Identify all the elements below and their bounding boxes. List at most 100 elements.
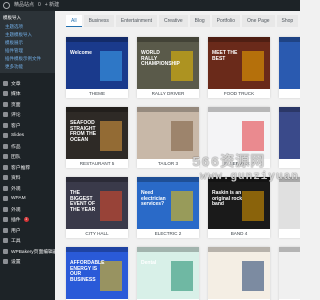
quote-icon bbox=[3, 164, 8, 170]
sidebar-item-label: 评论 bbox=[11, 113, 21, 119]
sidebar-item[interactable]: 文章 bbox=[0, 78, 55, 89]
sidebar-item-label: 客户推荐 bbox=[11, 165, 31, 171]
template-name: RALLY DRIVER bbox=[151, 91, 185, 96]
portfolio-icon bbox=[3, 143, 8, 149]
admin-bar-comments[interactable]: 0 bbox=[38, 0, 41, 11]
appearance-icon bbox=[3, 206, 8, 212]
sidebar-item[interactable]: 客户推荐 bbox=[0, 162, 55, 173]
template-preview-image[interactable]: Raskin is an original rock band bbox=[208, 177, 270, 229]
template-headline: Need electrician services? bbox=[141, 190, 166, 207]
sidebar-item-label: WPBakery页面编辑器 bbox=[11, 249, 58, 255]
sidebar-item[interactable]: 工具 bbox=[0, 236, 55, 247]
sidebar-item-label: 工具 bbox=[11, 239, 21, 245]
tab-all[interactable]: All bbox=[66, 15, 82, 27]
sidebar-item-label: 外观 bbox=[11, 207, 21, 213]
template-name bbox=[279, 89, 300, 98]
watermark-line1: 566资源网 bbox=[192, 155, 266, 171]
admin-sidebar: 模板导入 主题选项 主题模板导入 模板展示 插件管理 插件模板示例文件 更多功能… bbox=[0, 11, 58, 300]
template-preview-image[interactable]: Dental bbox=[137, 247, 199, 299]
template-preview-image[interactable] bbox=[279, 247, 300, 299]
template-name: RESTAURANT 5 bbox=[79, 161, 115, 166]
sidebar-item[interactable]: 插件 1 bbox=[0, 215, 55, 226]
template-headline: SEAFOOD STRAIGHT FROM THE OCEAN bbox=[70, 120, 97, 143]
tab-entertainment[interactable]: Entertainment bbox=[115, 15, 157, 27]
sidebar-item[interactable]: 外观 bbox=[0, 183, 55, 194]
template-card[interactable] bbox=[279, 247, 300, 300]
sidebar-item-label: 设置 bbox=[11, 260, 21, 266]
sidebar-subitem[interactable]: 更多功能 bbox=[0, 63, 55, 71]
template-card[interactable]: THE BIGGEST EVENT OF THE YEAR CITY HALL bbox=[66, 177, 128, 238]
sidebar-item[interactable]: 客户 bbox=[0, 120, 55, 131]
template-card[interactable]: WORLD RALLY CHAMPIONSHIP RALLY DRIVER bbox=[137, 37, 199, 98]
template-headline: THE BIGGEST EVENT OF THE YEAR bbox=[70, 190, 96, 213]
sidebar-item-label: 资料 bbox=[11, 176, 21, 182]
template-card[interactable]: MEET THE BEST FOOD TRUCK bbox=[208, 37, 270, 98]
tab-creative[interactable]: Creative bbox=[159, 15, 188, 27]
template-preview-image[interactable]: THE BIGGEST EVENT OF THE YEAR bbox=[66, 177, 128, 229]
wordpress-logo-icon[interactable] bbox=[3, 2, 10, 9]
slides-icon bbox=[3, 133, 8, 139]
template-preview-image[interactable]: Need electrician services? bbox=[137, 177, 199, 229]
template-card[interactable]: Need electrician services? ELECTRIC 2 bbox=[137, 177, 199, 238]
tab-blog[interactable]: Blog bbox=[189, 15, 210, 27]
sidebar-subitem[interactable]: 主题选项 bbox=[0, 23, 55, 31]
tab-one-page[interactable]: One Page bbox=[241, 15, 275, 27]
watermark: 566资源网 www.gunziyuan bbox=[192, 151, 299, 183]
admin-bar-site[interactable]: 精品站点 bbox=[14, 0, 34, 11]
comment-icon bbox=[3, 112, 8, 118]
template-headline: Welcome bbox=[70, 50, 92, 56]
sidebar-item[interactable]: 资料 bbox=[0, 173, 55, 184]
template-preview-image[interactable]: SEAFOOD STRAIGHT FROM THE OCEAN bbox=[66, 107, 128, 159]
sidebar-item-label: 客户 bbox=[11, 123, 21, 129]
template-preview-image[interactable] bbox=[208, 247, 270, 299]
admin-bar-new[interactable]: + 新建 bbox=[45, 0, 59, 11]
sidebar-item-label: 外观 bbox=[11, 186, 21, 192]
sidebar-item[interactable]: 评论 bbox=[0, 110, 55, 121]
template-preview-image[interactable] bbox=[137, 107, 199, 159]
template-card[interactable]: Welcome THEME bbox=[66, 37, 128, 98]
sidebar-item[interactable]: 团队 bbox=[0, 152, 55, 163]
sidebar-item-label: 用户 bbox=[11, 228, 21, 234]
template-preview-image[interactable]: Welcome bbox=[66, 37, 128, 89]
sidebar-item[interactable]: 设置 bbox=[0, 257, 55, 268]
wpam-icon bbox=[3, 196, 8, 202]
template-preview-image[interactable]: AFFORDABLE ENERGY IS OUR BUSINESS bbox=[66, 247, 128, 299]
sidebar-subitem[interactable]: 插件模板示例文件 bbox=[0, 55, 55, 63]
data-icon bbox=[3, 175, 8, 181]
sidebar-subitem[interactable]: 主题模板导入 bbox=[0, 31, 55, 39]
template-card[interactable]: TAILOR 3 bbox=[137, 107, 199, 168]
tab-shop[interactable]: Shop bbox=[276, 15, 299, 27]
admin-bar: 精品站点 0 + 新建 bbox=[0, 0, 300, 11]
tab-portfolio[interactable]: Portfolio bbox=[211, 15, 240, 27]
pin-icon bbox=[3, 80, 8, 86]
template-preview-image[interactable] bbox=[279, 37, 300, 89]
template-card[interactable] bbox=[279, 177, 300, 238]
sidebar-item[interactable]: 用户 bbox=[0, 225, 55, 236]
template-preview-image[interactable]: WORLD RALLY CHAMPIONSHIP bbox=[137, 37, 199, 89]
sidebar-active-header[interactable]: 模板导入 bbox=[0, 13, 55, 23]
sidebar-subitem[interactable]: 插件管理 bbox=[0, 47, 55, 55]
template-preview-image[interactable] bbox=[279, 177, 300, 229]
template-card[interactable]: SEAFOOD STRAIGHT FROM THE OCEAN RESTAURAN… bbox=[66, 107, 128, 168]
sidebar-item[interactable]: 外观 bbox=[0, 204, 55, 215]
wpbakery-icon bbox=[3, 248, 8, 254]
sidebar-item[interactable]: WPAM bbox=[0, 194, 55, 205]
sidebar-item-label: 媒体 bbox=[11, 92, 21, 98]
sidebar-item[interactable]: WPBakery页面编辑器 bbox=[0, 246, 58, 257]
sidebar-subitem[interactable]: 模板展示 bbox=[0, 39, 55, 47]
sidebar-item[interactable]: 作品 bbox=[0, 141, 55, 152]
sidebar-item[interactable]: 页面 bbox=[0, 99, 55, 110]
sidebar-item[interactable]: Slides bbox=[0, 131, 55, 142]
template-preview-image[interactable]: MEET THE BEST bbox=[208, 37, 270, 89]
tab-business[interactable]: Business bbox=[83, 15, 114, 27]
template-card[interactable] bbox=[279, 37, 300, 98]
template-name: THEME bbox=[88, 91, 106, 96]
template-card[interactable]: AFFORDABLE ENERGY IS OUR BUSINESS bbox=[66, 247, 128, 300]
template-card[interactable]: Raskin is an original rock band BAND 4 bbox=[208, 177, 270, 238]
template-card[interactable]: Dental bbox=[137, 247, 199, 300]
sidebar-item[interactable]: 媒体 bbox=[0, 89, 55, 100]
template-name: ELECTRIC 2 bbox=[154, 231, 182, 236]
template-name: BAND 4 bbox=[230, 231, 248, 236]
users-icon bbox=[3, 122, 8, 128]
template-card[interactable] bbox=[208, 247, 270, 300]
